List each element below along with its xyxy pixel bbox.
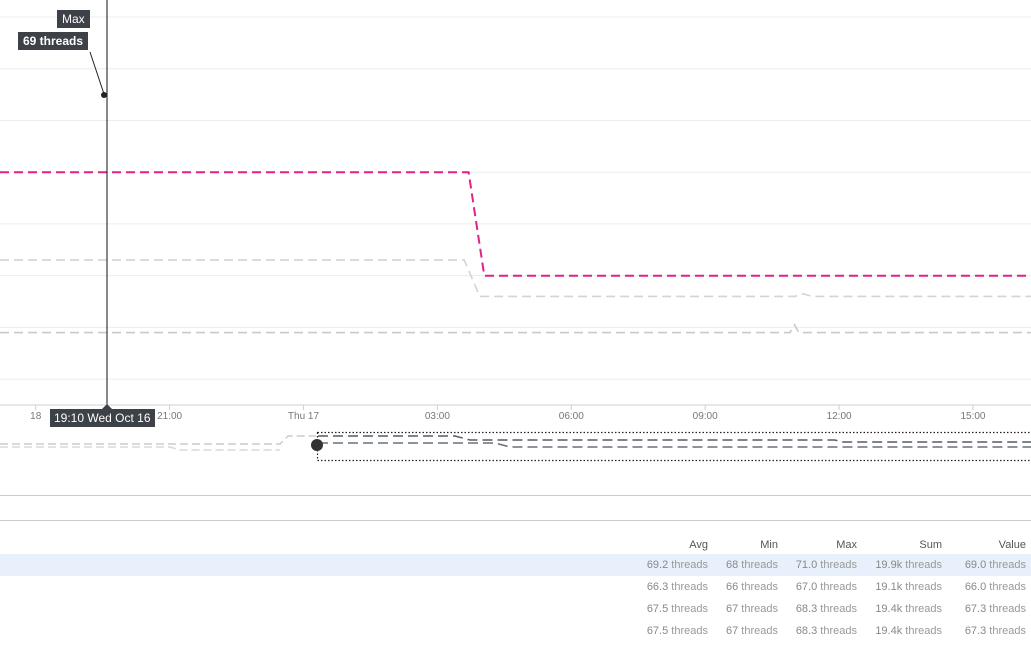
unit-label: threads xyxy=(905,581,942,593)
unit-label: threads xyxy=(989,603,1026,615)
series-line-2[interactable] xyxy=(0,259,1031,298)
unit-label: threads xyxy=(671,581,708,593)
timeline-scrollbar[interactable] xyxy=(0,495,1031,521)
stats-header-row: Avg Min Max Sum Value xyxy=(0,535,1031,554)
header-sum[interactable]: Sum xyxy=(862,535,947,554)
cell-min: 68 xyxy=(725,559,739,571)
cell-value: 67.3 xyxy=(964,625,987,637)
unit-label: threads xyxy=(671,603,708,615)
unit-label: threads xyxy=(989,559,1026,571)
unit-label: threads xyxy=(671,625,708,637)
unit-label: threads xyxy=(989,625,1026,637)
x-tick-label: 15:00 xyxy=(960,411,985,422)
cell-max: 71.0 xyxy=(795,559,818,571)
cell-min: 67 xyxy=(725,603,739,615)
x-tick-label: 12:00 xyxy=(827,411,852,422)
x-tick-label: Thu 17 xyxy=(288,411,320,422)
unit-label: threads xyxy=(741,559,778,571)
cell-sum: 19.4k xyxy=(875,625,903,637)
overview-navigator[interactable] xyxy=(0,431,1031,462)
tooltip-series-label: Max xyxy=(57,10,90,28)
unit-label: threads xyxy=(671,559,708,571)
cell-avg: 66.3 xyxy=(646,581,669,593)
unit-label: threads xyxy=(989,581,1026,593)
series-line-3[interactable] xyxy=(0,323,1031,334)
header-value[interactable]: Value xyxy=(947,535,1031,554)
cell-sum: 19.1k xyxy=(875,581,903,593)
header-avg[interactable]: Avg xyxy=(628,535,713,554)
overview-line-light xyxy=(0,435,316,445)
unit-label: threads xyxy=(741,603,778,615)
stats-row[interactable]: 67.5 threads 67 threads 68.3 threads 19.… xyxy=(0,620,1031,642)
header-min[interactable]: Min xyxy=(713,535,783,554)
unit-label: threads xyxy=(820,581,857,593)
selection-handle-left[interactable] xyxy=(311,439,323,451)
cell-min: 66 xyxy=(725,581,739,593)
x-tick-label: 03:00 xyxy=(425,411,450,422)
cell-value: 67.3 xyxy=(964,603,987,615)
tooltip-value-label: 69 threads xyxy=(18,32,89,50)
x-tick-label: 21:00 xyxy=(157,411,182,422)
time-cursor-label: 19:10 Wed Oct 16 xyxy=(50,409,155,427)
stats-row[interactable]: 69.2 threads 68 threads 71.0 threads 19.… xyxy=(0,554,1031,576)
cell-sum: 19.4k xyxy=(875,603,903,615)
cell-max: 68.3 xyxy=(795,625,818,637)
cell-value: 66.0 xyxy=(964,581,987,593)
cell-max: 67.0 xyxy=(795,581,818,593)
header-max[interactable]: Max xyxy=(783,535,862,554)
overview-line-dark xyxy=(318,435,1031,443)
unit-label: threads xyxy=(820,625,857,637)
overview-line-light-2 xyxy=(0,446,280,451)
overview-line-dark-2 xyxy=(318,442,1031,448)
unit-label: threads xyxy=(905,603,942,615)
unit-label: threads xyxy=(820,603,857,615)
cell-avg: 69.2 xyxy=(646,559,669,571)
cell-value: 69.0 xyxy=(964,559,987,571)
cell-avg: 67.5 xyxy=(646,625,669,637)
unit-label: threads xyxy=(820,559,857,571)
x-tick-label: 18 xyxy=(30,411,42,422)
stats-row[interactable]: 67.5 threads 67 threads 68.3 threads 19.… xyxy=(0,598,1031,620)
stats-row[interactable]: 66.3 threads 66 threads 67.0 threads 19.… xyxy=(0,576,1031,598)
cell-sum: 19.9k xyxy=(875,559,903,571)
x-tick-label: 09:00 xyxy=(693,411,718,422)
hover-point xyxy=(101,92,107,98)
cell-avg: 67.5 xyxy=(646,603,669,615)
unit-label: threads xyxy=(905,559,942,571)
tooltip-pointer xyxy=(89,51,105,95)
cell-min: 67 xyxy=(725,625,739,637)
series-stats-table: Avg Min Max Sum Value 69.2 threads 68 th… xyxy=(0,535,1031,642)
timeseries-chart[interactable]: 18 21:00 Thu 17 03:00 06:00 09:00 12:00 15:00 xyxy=(0,0,1031,495)
cell-max: 68.3 xyxy=(795,603,818,615)
unit-label: threads xyxy=(741,581,778,593)
x-tick-label: 06:00 xyxy=(559,411,584,422)
unit-label: threads xyxy=(741,625,778,637)
unit-label: threads xyxy=(905,625,942,637)
